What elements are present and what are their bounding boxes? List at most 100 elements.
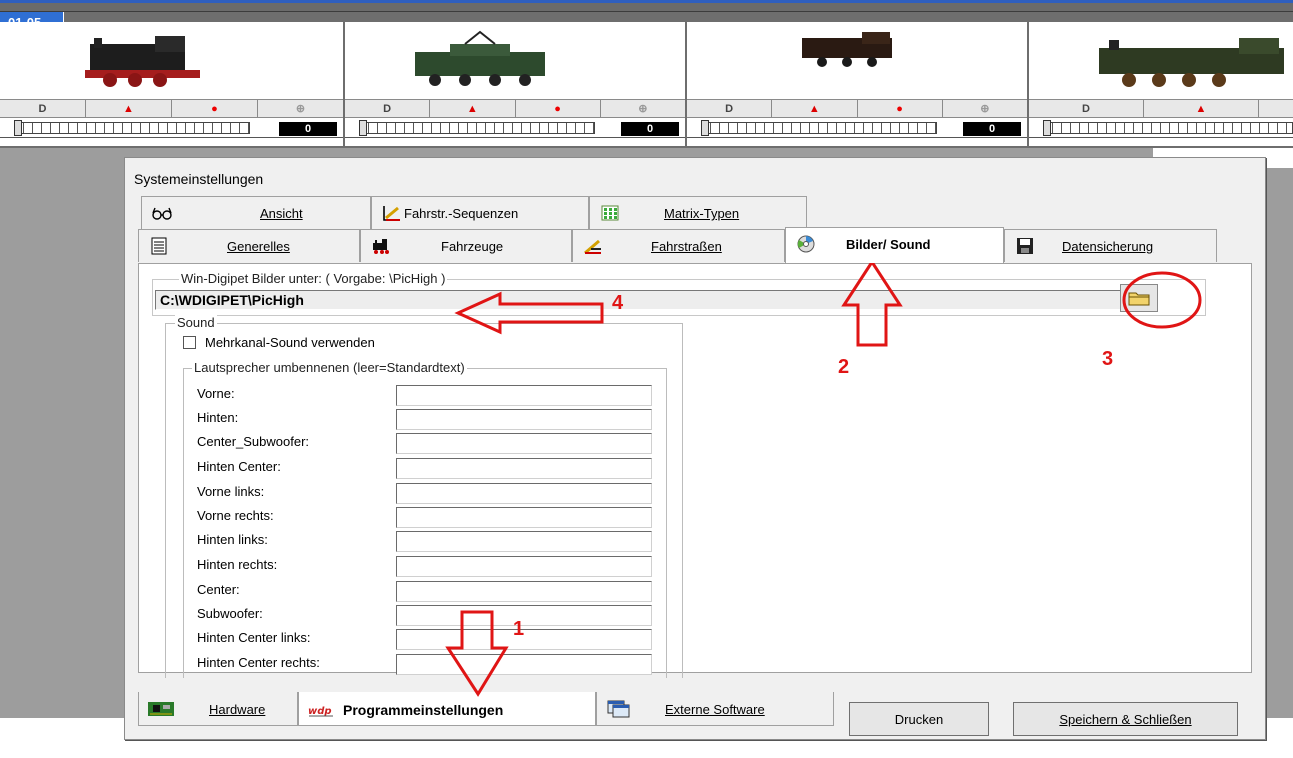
loco-buttons: D ▲ ● ⊕: [345, 99, 685, 118]
sound-button[interactable]: ⊕: [258, 100, 343, 117]
tab-label: Bilder/ Sound: [846, 237, 931, 252]
title-strip: [0, 0, 1293, 12]
speaker-input[interactable]: [396, 531, 652, 552]
stop-button[interactable]: ●: [858, 100, 943, 117]
windows-icon: [607, 700, 630, 718]
speaker-label: Hinten Center:: [197, 459, 281, 474]
direction-button[interactable]: ▲: [1144, 100, 1259, 117]
loco-panel-2[interactable]: D ▲ ● ⊕ 0: [345, 22, 687, 146]
speaker-input[interactable]: [396, 385, 652, 406]
tab-fahrstrassen[interactable]: Fahrstraßen: [572, 229, 785, 262]
loco-panel-3[interactable]: D ▲ ● ⊕ 0: [687, 22, 1029, 146]
annotation-label-4: 4: [612, 292, 624, 314]
slider-thumb[interactable]: [1043, 120, 1051, 136]
locomotive-image: [85, 36, 200, 87]
stop-button[interactable]: ●: [172, 100, 258, 117]
sound-button[interactable]: ⊕: [601, 100, 685, 117]
bottom-tab-programmeinstellungen[interactable]: wdp Programmeinstellungen: [298, 692, 596, 726]
pictures-path-field[interactable]: C:\WDIGIPET\PicHigh: [155, 290, 1125, 310]
direction-button[interactable]: ▲: [772, 100, 858, 117]
tab-fahrzeuge[interactable]: Fahrzeuge: [360, 229, 572, 262]
tab-label: Fahrstr.-Sequenzen: [404, 206, 519, 221]
tab-matrix-typen[interactable]: Matrix-Typen: [589, 196, 807, 229]
pictures-group-label: Win-Digipet Bilder unter: ( Vorgabe: \Pi…: [179, 271, 448, 286]
stop-button[interactable]: ●: [1259, 100, 1293, 117]
slider-thumb[interactable]: [14, 120, 22, 136]
annotation-label-3: 3: [1102, 348, 1114, 370]
stop-button[interactable]: ●: [516, 100, 601, 117]
speed-slider[interactable]: [1043, 122, 1293, 134]
sound-group-label: Sound: [175, 315, 217, 330]
speaker-input[interactable]: [396, 433, 652, 454]
bottom-tab-label: Externe Software: [665, 702, 765, 717]
slider-thumb[interactable]: [701, 120, 709, 136]
circuit-board-icon: [148, 702, 174, 716]
tab-label: Fahrstraßen: [651, 239, 722, 254]
speaker-label: Hinten links:: [197, 532, 268, 547]
locomotive-image: [802, 32, 892, 67]
speed-slider[interactable]: [14, 122, 250, 134]
speaker-label: Vorne rechts:: [197, 508, 274, 523]
glasses-icon: [152, 207, 172, 220]
browse-folder-button[interactable]: [1120, 284, 1158, 312]
bottom-tab-hardware[interactable]: Hardware: [138, 692, 298, 726]
route-sequence-icon: [383, 206, 400, 221]
bottom-tab-label: Programmeinstellungen: [343, 702, 504, 718]
speed-display: 0: [279, 122, 337, 136]
tab-label: Datensicherung: [1062, 239, 1154, 254]
speaker-label: Hinten rechts:: [197, 557, 278, 572]
direction-button[interactable]: ▲: [430, 100, 516, 117]
multichannel-label: Mehrkanal-Sound verwenden: [205, 335, 375, 350]
speaker-label: Hinten Center rechts:: [197, 655, 320, 670]
tab-label: Fahrzeuge: [441, 239, 504, 254]
speakers-group-label: Lautsprecher umbennenen (leer=Standardte…: [192, 360, 467, 375]
speaker-input[interactable]: [396, 581, 652, 602]
speaker-label: Hinten Center links:: [197, 630, 311, 645]
speaker-label: Center:: [197, 582, 240, 597]
loco-panel-1[interactable]: D ▲ ● ⊕ 0: [0, 22, 345, 146]
cd-icon: [797, 235, 815, 253]
tab-fahrstr-sequenzen[interactable]: Fahrstr.-Sequenzen: [371, 196, 589, 229]
speaker-input[interactable]: [396, 458, 652, 479]
tab-label: Ansicht: [260, 206, 303, 221]
svg-text:wdp: wdp: [308, 706, 332, 717]
loco-panel-4[interactable]: D ▲ ●: [1029, 22, 1293, 146]
list-document-icon: [151, 237, 167, 255]
tab-generelles[interactable]: Generelles: [138, 229, 360, 262]
bottom-tab-label: Hardware: [209, 702, 266, 717]
loco-buttons: D ▲ ● ⊕: [0, 99, 343, 118]
bottom-tab-externe-software[interactable]: Externe Software: [596, 692, 834, 726]
direction-button[interactable]: ▲: [86, 100, 172, 117]
speed-slider[interactable]: [701, 122, 937, 134]
app-window: { "header": {"tag": "01-05"}, "locos": […: [0, 0, 1293, 758]
tab-datensicherung[interactable]: Datensicherung: [1004, 229, 1217, 262]
sound-button[interactable]: ⊕: [943, 100, 1027, 117]
light-button[interactable]: D: [687, 100, 773, 117]
loco-buttons: D ▲ ● ⊕: [687, 99, 1027, 118]
print-button[interactable]: Drucken: [849, 702, 989, 736]
speed-slider-row: 0: [687, 119, 1027, 138]
speed-display: 0: [621, 122, 679, 136]
loco-buttons: D ▲ ●: [1029, 99, 1293, 118]
save-close-button[interactable]: Speichern & Schließen: [1013, 702, 1238, 736]
locomotive-image: [1099, 38, 1284, 87]
speaker-input[interactable]: [396, 654, 652, 675]
dialog-title: Systemeinstellungen: [134, 171, 264, 187]
annotation-label-1: 1: [513, 618, 525, 640]
matrix-icon: [601, 205, 619, 221]
tab-bilder-sound[interactable]: Bilder/ Sound: [785, 227, 1004, 263]
speed-slider[interactable]: [359, 122, 595, 134]
light-button[interactable]: D: [0, 100, 86, 117]
tab-ansicht[interactable]: Ansicht: [141, 196, 371, 229]
speaker-input[interactable]: [396, 556, 652, 577]
speaker-input[interactable]: [396, 483, 652, 504]
multichannel-checkbox[interactable]: [183, 336, 196, 349]
slider-thumb[interactable]: [359, 120, 367, 136]
speaker-input[interactable]: [396, 409, 652, 430]
light-button[interactable]: D: [1029, 100, 1144, 117]
tab-label: Matrix-Typen: [664, 206, 740, 221]
speaker-input[interactable]: [396, 507, 652, 528]
speaker-label: Hinten:: [197, 410, 239, 425]
annotation-label-2: 2: [838, 356, 850, 378]
light-button[interactable]: D: [345, 100, 431, 117]
